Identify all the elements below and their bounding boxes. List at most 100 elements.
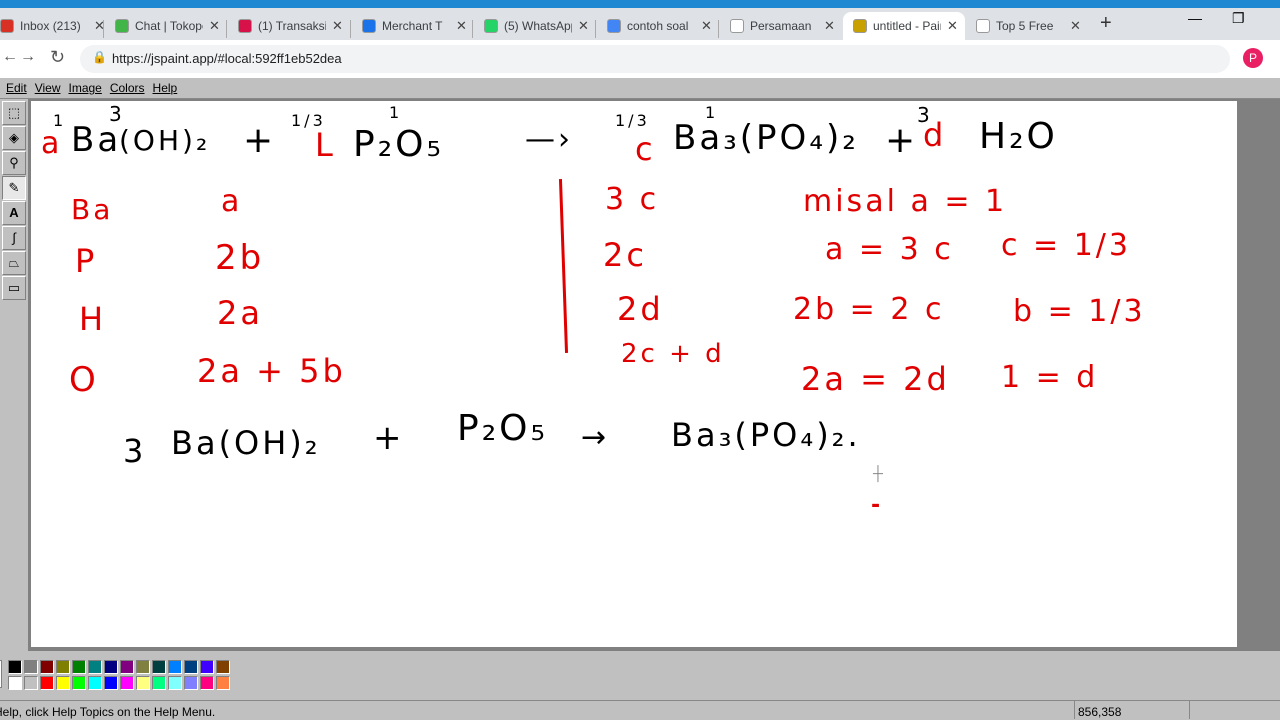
browser-tab[interactable]: Persamaan ✕ xyxy=(720,12,842,40)
close-tab-icon[interactable]: ✕ xyxy=(209,18,227,34)
palette-color[interactable] xyxy=(136,660,150,674)
palette-color[interactable] xyxy=(24,660,38,674)
palette-color[interactable] xyxy=(216,660,230,674)
close-tab-icon[interactable]: ✕ xyxy=(1070,18,1088,34)
palette-color[interactable] xyxy=(72,660,86,674)
browser-tab[interactable]: Inbox (213) ✕ xyxy=(0,12,112,40)
menu-edit[interactable]: Edit xyxy=(6,81,27,98)
browser-tab[interactable]: Merchant T ✕ xyxy=(352,12,474,40)
merchant-icon xyxy=(362,19,376,33)
close-tab-icon[interactable]: ✕ xyxy=(947,18,965,34)
menu-view[interactable]: View xyxy=(35,81,61,98)
polygon-icon[interactable]: ⏢ xyxy=(2,251,26,275)
palette-color[interactable] xyxy=(72,676,86,690)
palette-color[interactable] xyxy=(120,660,134,674)
palette-color[interactable] xyxy=(136,676,150,690)
right-ba: 3 c xyxy=(605,182,660,217)
back-icon[interactable]: ← xyxy=(2,48,18,66)
palette-color[interactable] xyxy=(200,676,214,690)
palette-color[interactable] xyxy=(104,660,118,674)
browser-tab[interactable]: contoh soal ✕ xyxy=(597,12,719,40)
ba-oh2-ba: Ba xyxy=(71,120,122,160)
curve-icon[interactable]: ∫ xyxy=(2,226,26,250)
divider-line xyxy=(558,179,569,353)
ba3-sup: 1 xyxy=(705,103,719,122)
coef-d: d xyxy=(923,116,947,154)
tab-label: Inbox (213) xyxy=(20,19,81,33)
palette-color[interactable] xyxy=(56,660,70,674)
palette-color[interactable] xyxy=(120,676,134,690)
current-colors xyxy=(0,660,2,688)
ba3po42: Ba₃(PO₄)₂ xyxy=(673,118,859,158)
palette-color[interactable] xyxy=(104,676,118,690)
brush-icon[interactable]: ✎ xyxy=(2,176,26,200)
status-text: Help, click Help Topics on the Help Menu… xyxy=(0,705,216,719)
browser-tab[interactable]: untitled - Paint ✕ xyxy=(843,12,965,40)
bukalapak-icon xyxy=(238,19,252,33)
palette-color[interactable] xyxy=(88,660,102,674)
palette-color[interactable] xyxy=(152,676,166,690)
minimize-button[interactable]: — xyxy=(1188,10,1202,26)
select-icon[interactable]: ⬚ xyxy=(2,101,26,125)
palette-color[interactable] xyxy=(152,660,166,674)
menu-image[interactable]: Image xyxy=(68,81,101,98)
crosshair-cursor-icon: ┼ xyxy=(873,465,883,481)
tab-label: (5) WhatsApp xyxy=(504,19,572,33)
browser-tab[interactable]: Chat | Tokopedia ✕ xyxy=(105,12,227,40)
google-icon xyxy=(607,19,621,33)
result-d: 1 = d xyxy=(1001,360,1099,395)
palette-color[interactable] xyxy=(24,676,38,690)
expr-h: 2a xyxy=(217,294,263,332)
ba-sup: 3 xyxy=(109,102,125,126)
h2o: H₂O xyxy=(979,116,1058,157)
eq-2a-2d: 2a = 2d xyxy=(801,360,950,398)
palette-color[interactable] xyxy=(200,660,214,674)
palette-color[interactable] xyxy=(56,676,70,690)
url-input[interactable]: 🔒 https://jspaint.app/#local:592ff1eb52de… xyxy=(80,45,1230,73)
palette-color[interactable] xyxy=(40,660,54,674)
ba-oh2-oh: (OH)₂ xyxy=(119,124,211,157)
browser-tab[interactable]: (5) WhatsApp ✕ xyxy=(474,12,596,40)
whatsapp-icon xyxy=(484,19,498,33)
tab-label: Merchant T xyxy=(382,19,443,33)
tab-separator xyxy=(472,20,473,38)
browser-tab[interactable]: Top 5 Free ✕ xyxy=(966,12,1088,40)
gmail-icon xyxy=(0,19,14,33)
palette-color[interactable] xyxy=(184,660,198,674)
palette-color[interactable] xyxy=(168,660,182,674)
text-icon[interactable]: A xyxy=(2,201,26,225)
page-icon xyxy=(730,19,744,33)
palette-color[interactable] xyxy=(40,676,54,690)
palette-color[interactable] xyxy=(216,676,230,690)
profile-avatar[interactable]: P xyxy=(1243,48,1263,68)
palette-color[interactable] xyxy=(8,660,22,674)
browser-tab[interactable]: (1) Transaksi ✕ xyxy=(228,12,350,40)
palette-color[interactable] xyxy=(168,676,182,690)
tab-label: (1) Transaksi xyxy=(258,19,326,33)
lock-icon: 🔒 xyxy=(92,50,107,64)
new-tab-button[interactable]: + xyxy=(1100,12,1112,35)
tab-strip: Inbox (213)✕Chat | Tokopedia✕(1) Transak… xyxy=(0,8,1280,40)
palette-color[interactable] xyxy=(184,676,198,690)
close-tab-icon[interactable]: ✕ xyxy=(701,18,719,34)
close-tab-icon[interactable]: ✕ xyxy=(578,18,596,34)
coef-c-value: 1/3 xyxy=(615,111,650,130)
status-bar: Help, click Help Topics on the Help Menu… xyxy=(0,700,1280,720)
palette-color[interactable] xyxy=(88,676,102,690)
menu-colors[interactable]: Colors xyxy=(110,81,145,98)
restore-button[interactable]: ❐ xyxy=(1232,10,1245,27)
palette-color[interactable] xyxy=(8,676,22,690)
reload-icon[interactable]: ↻ xyxy=(50,47,65,68)
fill-icon[interactable]: ◈ xyxy=(2,126,26,150)
eq-a-3c: a = 3 c xyxy=(825,232,954,267)
forward-icon[interactable]: → xyxy=(20,48,36,66)
menu-help[interactable]: Help xyxy=(153,81,178,98)
rounded-rect-icon[interactable]: ▭ xyxy=(2,276,26,300)
tokopedia-icon xyxy=(115,19,129,33)
magnifier-icon[interactable]: ⚲ xyxy=(2,151,26,175)
coef-b: L xyxy=(315,126,336,164)
close-tab-icon[interactable]: ✕ xyxy=(332,18,350,34)
close-tab-icon[interactable]: ✕ xyxy=(824,18,842,34)
drawing-canvas[interactable]: 1 a Ba 3 (OH)₂ + 1/3 L P₂O₅ 1 —› 1/3 c B… xyxy=(31,101,1237,647)
tab-separator xyxy=(718,20,719,38)
